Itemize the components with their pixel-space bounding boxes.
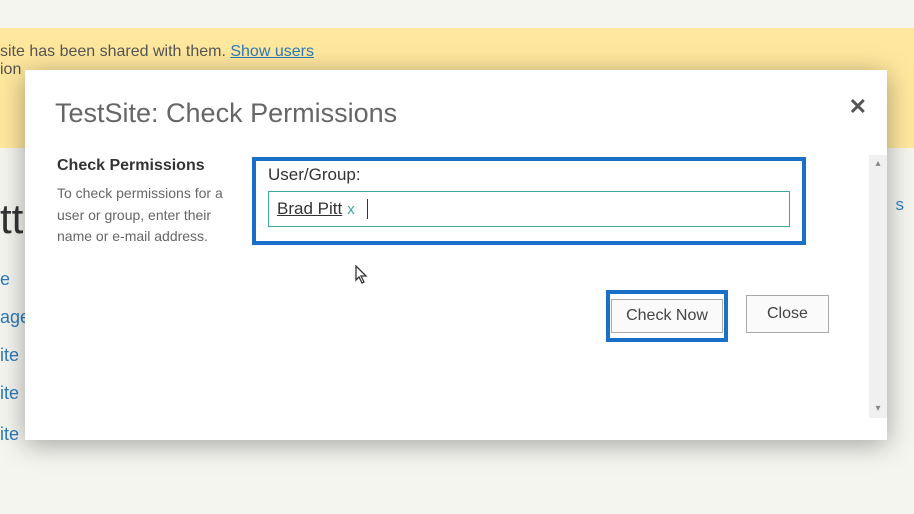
mouse-cursor-icon — [355, 265, 369, 291]
instructions-text: To check permissions for a user or group… — [57, 183, 242, 248]
background-link-fragment[interactable]: ite — [0, 415, 19, 453]
scroll-down-icon[interactable]: ▾ — [869, 400, 887, 418]
background-link-fragment[interactable]: e — [0, 260, 10, 298]
check-permissions-dialog: TestSite: Check Permissions ✕ Check Perm… — [25, 70, 887, 440]
scrollbar[interactable]: ▴ ▾ — [869, 155, 887, 418]
banner-text: site has been shared with them. — [0, 43, 226, 60]
background-title-fragment: tt — [0, 195, 23, 243]
background-link-fragment[interactable]: ite — [0, 336, 19, 374]
dialog-title: TestSite: Check Permissions — [55, 98, 887, 129]
remove-chip-icon[interactable]: x — [347, 201, 355, 218]
instructions-panel: Check Permissions To check permissions f… — [57, 157, 242, 248]
check-now-button[interactable]: Check Now — [611, 299, 723, 333]
user-group-field-highlight: User/Group: Brad Pitt x — [252, 157, 806, 245]
user-chip[interactable]: Brad Pitt — [277, 199, 342, 219]
text-cursor — [367, 199, 368, 219]
close-button[interactable]: Close — [746, 295, 829, 333]
background-text-fragment: s — [896, 195, 905, 215]
close-icon[interactable]: ✕ — [849, 94, 867, 120]
user-group-input[interactable]: Brad Pitt x — [268, 191, 790, 227]
check-now-highlight: Check Now — [606, 290, 728, 342]
instructions-heading: Check Permissions — [57, 157, 242, 175]
banner-show-users-link[interactable]: Show users — [230, 43, 314, 60]
scroll-up-icon[interactable]: ▴ — [869, 155, 887, 173]
user-group-label: User/Group: — [268, 165, 790, 185]
background-link-fragment[interactable]: ite — [0, 374, 19, 412]
